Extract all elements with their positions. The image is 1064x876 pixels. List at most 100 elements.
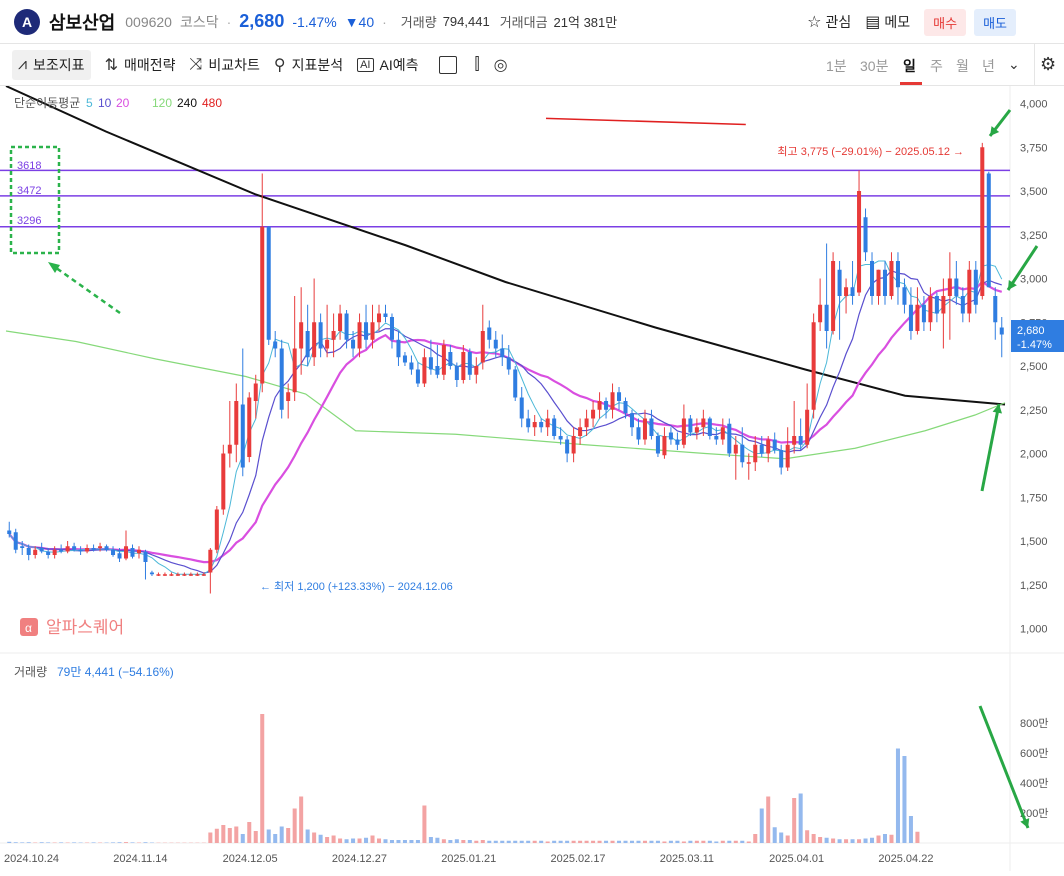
candle-body (111, 549, 116, 555)
candle-body (681, 418, 686, 445)
volume-bar (428, 837, 433, 843)
compare-button[interactable]: ⤨ 비교차트 (190, 50, 260, 80)
candle-body (727, 423, 732, 454)
candle-body (286, 392, 291, 401)
candle-body (863, 217, 868, 253)
buy-button[interactable]: 매수 (924, 8, 967, 36)
analysis-button[interactable]: ⚲ 지표분석 (274, 50, 343, 80)
high-annotation: 최고 3,775 (−29.01%) − 2025.05.12 → (777, 145, 964, 158)
last-price-tag-price: 2,680 (1017, 325, 1045, 337)
volume-bar (870, 837, 875, 843)
candle-body (441, 345, 446, 375)
candle-body (201, 574, 206, 576)
camera-icon[interactable]: ◎ (494, 50, 514, 80)
level-label-3618: 3618 (17, 160, 41, 172)
volume-bar (39, 842, 44, 843)
candle-body (305, 331, 310, 358)
candle-body (480, 331, 485, 363)
candle-body (753, 444, 758, 463)
candle-body (532, 422, 537, 428)
candle-body (539, 422, 544, 428)
period-year[interactable]: 년 (982, 56, 995, 76)
amount-label: 거래대금 (499, 15, 548, 30)
candle-body (513, 369, 518, 398)
candle-body (182, 574, 187, 576)
market-label: 코스닥 (179, 13, 219, 30)
candle-body (85, 548, 90, 552)
x-tick-label: 2025.04.22 (878, 853, 933, 865)
volume-bar (675, 840, 680, 843)
candle-body (850, 287, 855, 296)
candle-body (65, 546, 70, 552)
star-icon: ☆ (807, 14, 822, 31)
price-chart[interactable]: 4,0003,7503,5003,2503,0002,7502,5002,250… (0, 86, 1064, 876)
y-tick-label: 1,250 (1020, 580, 1048, 592)
volume-bar (610, 840, 615, 843)
candle-body (409, 362, 414, 370)
volume-bar (837, 839, 842, 843)
volume-bar (227, 828, 232, 843)
ai-predict-button[interactable]: AI AI예측 (357, 50, 419, 80)
period-week[interactable]: 주 (930, 56, 943, 76)
candle-body (604, 401, 609, 410)
volume-bar (480, 840, 485, 843)
volume-value: 794,441 (442, 14, 490, 29)
y-tick-label: 2,250 (1020, 405, 1048, 417)
candle-body (195, 574, 200, 576)
volume-bar (117, 842, 122, 843)
volume-bar (863, 838, 868, 843)
candle-body (960, 296, 965, 314)
candle-body (617, 392, 622, 401)
indicator-button[interactable]: ⩘ 보조지표 (12, 49, 91, 80)
watch-button[interactable]: ☆ 관심 (807, 12, 851, 32)
candle-body (870, 261, 875, 296)
sell-button[interactable]: 매도 (974, 8, 1016, 36)
volume-bar (772, 827, 777, 843)
candle-body (636, 427, 641, 440)
ma-legend-title: 단순이동평균 (14, 96, 80, 110)
candle-body (720, 427, 725, 440)
candle-body (253, 383, 258, 401)
volume-bar (111, 842, 116, 843)
volume-bar (636, 840, 641, 843)
gear-icon[interactable]: ⚙ (1040, 54, 1056, 75)
candle-body (973, 269, 978, 305)
candle-body (610, 392, 615, 410)
candle-body (993, 296, 998, 323)
volume-label: 거래량 (400, 15, 437, 30)
candle-body (130, 548, 135, 557)
strategy-button[interactable]: ⇅ 매매전략 (105, 50, 176, 80)
period-month[interactable]: 월 (956, 56, 969, 76)
candle-body (52, 549, 57, 555)
candle-body (331, 331, 336, 340)
y-tick-label: 4,000 (1020, 99, 1048, 111)
volume-bar (662, 841, 667, 843)
period-day[interactable]: 일 (903, 56, 916, 76)
volume-bar (506, 840, 511, 843)
y-tick-label: 1,500 (1020, 536, 1048, 548)
memo-button[interactable]: ▤ 메모 (865, 12, 910, 32)
candle-body (967, 269, 972, 314)
volume-bar (325, 837, 330, 843)
candle-body (915, 304, 920, 331)
ma20-line (8, 280, 1003, 564)
candle-body (889, 261, 894, 296)
candle-body (227, 444, 232, 454)
candle-body (169, 574, 174, 576)
period-30min[interactable]: 30분 (860, 56, 888, 76)
candle-type-icon[interactable]: ⫿ (475, 50, 486, 80)
ma5-line (8, 260, 1003, 575)
candle-body (694, 427, 699, 433)
volume-bar (461, 840, 466, 843)
candle-body (143, 551, 148, 562)
candle-body (467, 352, 472, 375)
volume-bar (370, 835, 375, 843)
volume-bar (467, 840, 472, 843)
draw-box-icon[interactable] (438, 55, 457, 74)
chevron-down-icon[interactable]: ⌄ (1008, 56, 1020, 73)
volume-bar (681, 841, 686, 843)
period-1min[interactable]: 1분 (826, 56, 847, 76)
volume-bar (779, 832, 784, 843)
volume-bar (818, 837, 823, 843)
stock-name[interactable]: 삼보산업 (49, 9, 115, 35)
